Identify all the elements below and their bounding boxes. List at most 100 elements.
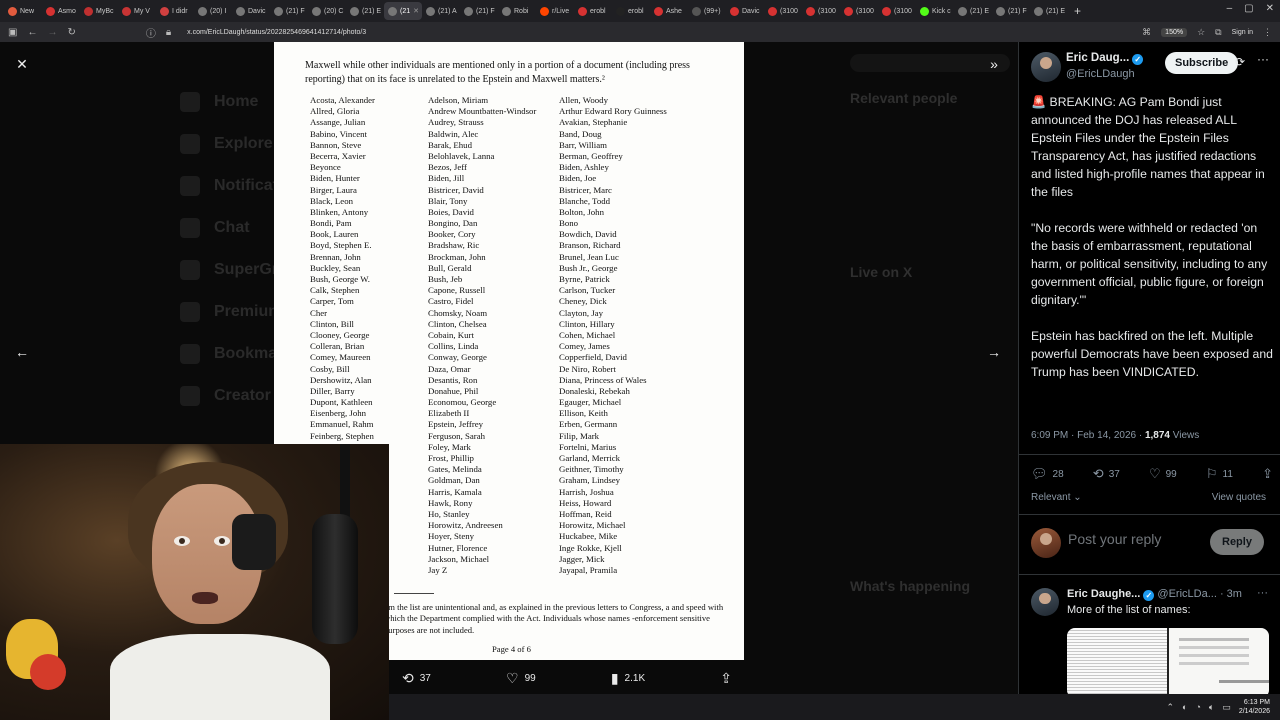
browser-tab[interactable]: erobl [612,2,650,20]
author-avatar[interactable] [1031,52,1061,82]
previous-image-icon[interactable]: ← [10,340,34,364]
url-field[interactable]: x.com/EricLDaugh/status/2022825469641412… [187,29,366,36]
reload-icon[interactable]: ↻ [67,27,75,38]
reply-button[interactable]: Reply [1210,529,1264,555]
reply-sort-dropdown[interactable]: Relevant ⌄ [1031,492,1082,503]
minimize-icon[interactable]: – [1227,3,1233,14]
names-column-2: Adelson, Miriam Andrew Mountbatten-Windso… [428,95,536,576]
view-quotes-link[interactable]: View quotes [1212,492,1266,503]
browser-tab[interactable]: r/Live [536,2,574,20]
comment-handle: @EricLDa... [1157,588,1217,600]
close-media-icon[interactable]: ✕ [10,52,34,76]
browser-tab[interactable]: (21) F [992,2,1030,20]
network-icon[interactable]: ▭ [1222,702,1231,713]
name-entry: Bush Jr., George [559,262,618,273]
browser-tab[interactable]: Davic [232,2,270,20]
name-entry: Clinton, Hillary [559,318,615,329]
maximize-icon[interactable]: ▢ [1244,3,1253,14]
tweet-action-bar: 💬︎ 28 ⟲ 37 ♡ 99 ⚐ 11 ⇪ [1031,466,1273,482]
browser-tab[interactable]: (20) C [308,2,346,20]
sidebar-toggle-icon[interactable]: ▣ [8,27,17,38]
browser-tab[interactable]: My V [118,2,156,20]
author-name[interactable]: Eric Daug... ✓ [1066,52,1144,65]
author-handle[interactable]: @EricLDaugh [1066,68,1135,80]
repost-action[interactable]: ⟲ 37 [1093,466,1120,482]
reply-action[interactable]: 💬︎ 28 [1031,466,1064,482]
site-info-icon[interactable]: ⓘ [146,25,156,40]
tab-favicon-icon [882,6,891,16]
browser-tab[interactable]: (21 ✕ [384,2,422,20]
name-entry: Brunel, Jean Luc [559,251,619,262]
browser-tab[interactable]: (21) E [954,2,992,20]
comment-more-icon[interactable]: ··· [1257,587,1268,599]
subscribe-button[interactable]: Subscribe [1165,52,1239,74]
name-entry: Calk, Stephen [310,285,360,296]
browser-tab[interactable]: (21) A [422,2,460,20]
media-views-button[interactable]: ▮ 2.1K [611,670,645,687]
share-action[interactable]: ⇪ [1262,466,1273,482]
media-like-button[interactable]: ♡ 99 [506,670,536,687]
expand-panel-icon[interactable]: » [982,52,1006,76]
name-entry: Comey, James [559,341,610,352]
browser-tab[interactable]: Ashe [650,2,688,20]
browser-tab[interactable]: MyBc [80,2,118,20]
volume-icon[interactable]: 🔈︎ [1209,702,1214,713]
comment-author[interactable]: Eric Daughe... ✓ @EricLDa... · 3m [1067,588,1242,601]
zoom-level[interactable]: 150% [1161,27,1188,37]
browser-tab[interactable]: erobl [574,2,612,20]
more-options-icon[interactable]: ··· [1257,52,1269,66]
browser-tab[interactable]: (3100 [840,2,878,20]
next-image-icon[interactable]: → [982,340,1006,364]
back-icon[interactable]: ← [27,27,37,38]
browser-tab[interactable]: (20) I [194,2,232,20]
browser-tab[interactable]: Kick c [916,2,954,20]
sign-in-button[interactable]: Sign in [1232,29,1253,36]
browser-tab[interactable]: (3100 [764,2,802,20]
browser-tab[interactable]: (99+) [688,2,726,20]
tweet-timestamp[interactable]: 6:09 PM · Feb 14, 2026 · 1,874 Views [1031,430,1199,441]
tab-close-icon[interactable]: ✕ [413,7,419,15]
bookmark-action[interactable]: ⚐ 11 [1206,466,1233,482]
reply-input[interactable]: Post your reply [1068,531,1161,547]
translate-icon[interactable]: ⌘ [1142,27,1151,38]
browser-tab[interactable]: New [4,2,42,20]
name-entry: Boies, David [428,206,474,217]
browser-tab[interactable]: Davic [726,2,764,20]
browser-tab[interactable]: Asmo [42,2,80,20]
bookmark-star-icon[interactable]: ☆ [1197,27,1205,38]
wifi-icon[interactable]: ◔ [1195,702,1200,712]
document-footnote: om the list are unintentional and, as ex… [384,602,724,635]
browser-tab[interactable]: (21) F [270,2,308,20]
browser-tab[interactable]: (3100 [802,2,840,20]
close-window-icon[interactable]: ✕ [1266,3,1274,14]
browser-tab[interactable]: (21) F [460,2,498,20]
media-repost-button[interactable]: ⟲ 37 [402,670,431,687]
tab-label: (20) I [210,7,227,15]
comment-avatar[interactable] [1031,588,1059,616]
like-action[interactable]: ♡ 99 [1149,466,1177,482]
comment-media-thumbnail[interactable] [1067,628,1269,698]
name-entry: Erben, Germann [559,419,618,430]
tray-chevron-icon[interactable]: ⌃ [1167,702,1175,713]
tab-favicon-icon [958,6,967,16]
new-tab-icon[interactable]: + [1074,4,1081,18]
browser-tab[interactable]: I didr [156,2,194,20]
name-entry: Band, Doug [559,128,602,139]
browser-tab[interactable]: (21) E [346,2,384,20]
grok-icon[interactable]: ⟳ [1235,55,1245,69]
current-user-avatar[interactable] [1031,528,1061,558]
divider [1019,574,1280,575]
name-entry: Harrish, Joshua [559,486,614,497]
browser-tab[interactable]: (21) E [1030,2,1068,20]
system-clock[interactable]: 6:13 PM 2/14/2026 [1239,698,1270,716]
media-share-button[interactable]: ⇪ [720,670,732,687]
forward-icon[interactable]: → [47,27,57,38]
tab-favicon-icon [236,6,245,16]
browser-tab[interactable]: (3100 [878,2,916,20]
extensions-icon[interactable]: ⧉ [1215,27,1221,38]
name-entry: Colleran, Brian [310,341,365,352]
browser-tab[interactable]: Robi [498,2,536,20]
tray-app-icon[interactable]: ◐ [1182,702,1187,712]
menu-icon[interactable]: ⋮ [1263,27,1272,38]
name-entry: Barr, William [559,139,607,150]
